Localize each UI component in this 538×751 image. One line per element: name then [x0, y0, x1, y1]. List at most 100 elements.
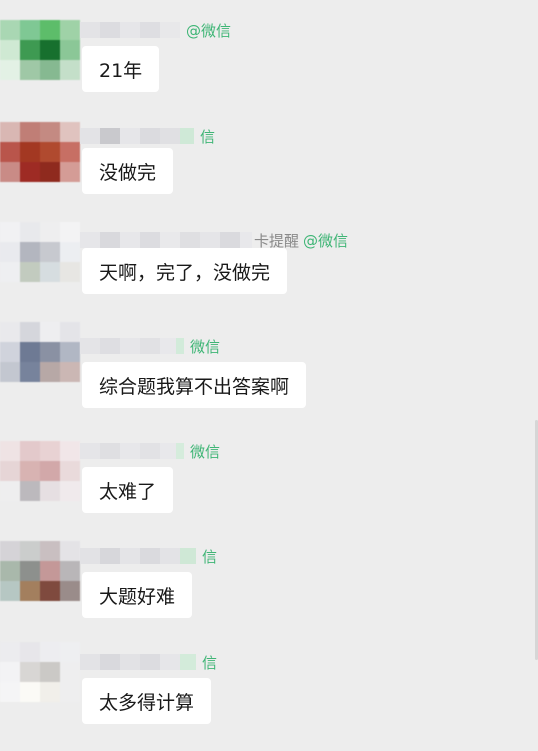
sender-name: 信 — [80, 126, 215, 146]
avatar-pixel — [40, 642, 60, 662]
chat-message: 信 太多得计算 — [0, 642, 538, 742]
avatar[interactable] — [0, 642, 80, 702]
avatar-pixel — [0, 342, 20, 362]
avatar-pixel — [40, 162, 60, 182]
avatar-pixel — [60, 162, 80, 182]
avatar-pixel — [0, 362, 20, 382]
avatar[interactable] — [0, 222, 80, 282]
avatar-pixel — [60, 60, 80, 80]
sender-name: 微信 — [80, 336, 220, 356]
avatar-pixel — [20, 581, 40, 601]
avatar-pixel — [20, 162, 40, 182]
avatar-pixel — [0, 322, 20, 342]
avatar-pixel — [20, 642, 40, 662]
avatar-pixel — [60, 441, 80, 461]
avatar-pixel — [40, 561, 60, 581]
avatar-pixel — [40, 142, 60, 162]
avatar-pixel — [60, 682, 80, 702]
avatar-pixel — [0, 682, 20, 702]
avatar-pixel — [40, 581, 60, 601]
avatar-pixel — [0, 60, 20, 80]
chat-message-list[interactable]: @微信 21年 信 没做完 卡提醒 @微信 天啊，完了，没做完 微信 综合题我算… — [0, 0, 538, 751]
avatar-pixel — [20, 362, 40, 382]
avatar-pixel — [60, 662, 80, 682]
avatar-pixel — [60, 262, 80, 282]
wechat-tag: @微信 — [303, 231, 349, 250]
message-bubble[interactable]: 太多得计算 — [82, 678, 212, 724]
message-bubble[interactable]: 21年 — [82, 46, 160, 92]
avatar-pixel — [0, 461, 20, 481]
message-bubble[interactable]: 太难了 — [82, 467, 174, 513]
avatar-pixel — [60, 461, 80, 481]
wechat-tag: 微信 — [190, 337, 221, 356]
blurred-name — [80, 22, 180, 38]
avatar-pixel — [20, 322, 40, 342]
avatar-pixel — [40, 662, 60, 682]
chat-message: 信 大题好难 — [0, 541, 538, 641]
message-bubble[interactable]: 大题好难 — [82, 572, 193, 618]
avatar-pixel — [60, 322, 80, 342]
avatar-pixel — [40, 60, 60, 80]
message-bubble[interactable]: 没做完 — [82, 148, 174, 194]
blurred-name — [80, 548, 196, 564]
chat-message: 微信 太难了 — [0, 441, 538, 541]
avatar-pixel — [60, 541, 80, 561]
avatar-pixel — [40, 40, 60, 60]
avatar-pixel — [0, 642, 20, 662]
avatar-pixel — [40, 342, 60, 362]
wechat-tag: 信 — [202, 547, 218, 566]
avatar-pixel — [20, 242, 40, 262]
avatar-pixel — [60, 642, 80, 662]
sender-name: @微信 — [80, 20, 231, 40]
avatar-pixel — [20, 342, 40, 362]
avatar-pixel — [0, 561, 20, 581]
blurred-name — [80, 654, 196, 670]
avatar-pixel — [20, 122, 40, 142]
avatar-pixel — [20, 481, 40, 501]
avatar-pixel — [20, 222, 40, 242]
avatar-pixel — [40, 262, 60, 282]
avatar-pixel — [60, 362, 80, 382]
blurred-name — [80, 128, 194, 144]
avatar-pixel — [20, 561, 40, 581]
avatar-pixel — [0, 222, 20, 242]
wechat-tag: @微信 — [186, 21, 232, 40]
avatar-pixel — [60, 561, 80, 581]
avatar-pixel — [0, 40, 20, 60]
avatar-pixel — [20, 441, 40, 461]
sender-name: 信 — [80, 652, 217, 672]
avatar-pixel — [60, 242, 80, 262]
avatar-pixel — [60, 222, 80, 242]
avatar-pixel — [60, 20, 80, 40]
avatar-pixel — [0, 481, 20, 501]
avatar-pixel — [40, 682, 60, 702]
avatar-pixel — [40, 222, 60, 242]
message-bubble[interactable]: 综合题我算不出答案啊 — [82, 362, 307, 408]
avatar-pixel — [40, 441, 60, 461]
avatar[interactable] — [0, 122, 80, 182]
avatar[interactable] — [0, 441, 80, 501]
avatar-pixel — [0, 142, 20, 162]
avatar[interactable] — [0, 322, 80, 382]
avatar-pixel — [0, 262, 20, 282]
avatar-pixel — [40, 242, 60, 262]
chat-message: @微信 21年 — [0, 20, 538, 120]
avatar-pixel — [20, 262, 40, 282]
chat-message: 微信 综合题我算不出答案啊 — [0, 322, 538, 422]
avatar-pixel — [40, 20, 60, 40]
avatar-pixel — [20, 40, 40, 60]
wechat-tag: 信 — [202, 653, 218, 672]
avatar-pixel — [20, 20, 40, 40]
avatar[interactable] — [0, 20, 80, 80]
avatar[interactable] — [0, 541, 80, 601]
sender-name: 微信 — [80, 441, 220, 461]
wechat-tag: 微信 — [190, 442, 221, 461]
avatar-pixel — [40, 362, 60, 382]
avatar-pixel — [0, 162, 20, 182]
avatar-pixel — [0, 662, 20, 682]
blurred-name — [80, 232, 252, 248]
avatar-pixel — [20, 142, 40, 162]
avatar-pixel — [40, 122, 60, 142]
message-bubble[interactable]: 天啊，完了，没做完 — [82, 248, 288, 294]
avatar-pixel — [0, 581, 20, 601]
